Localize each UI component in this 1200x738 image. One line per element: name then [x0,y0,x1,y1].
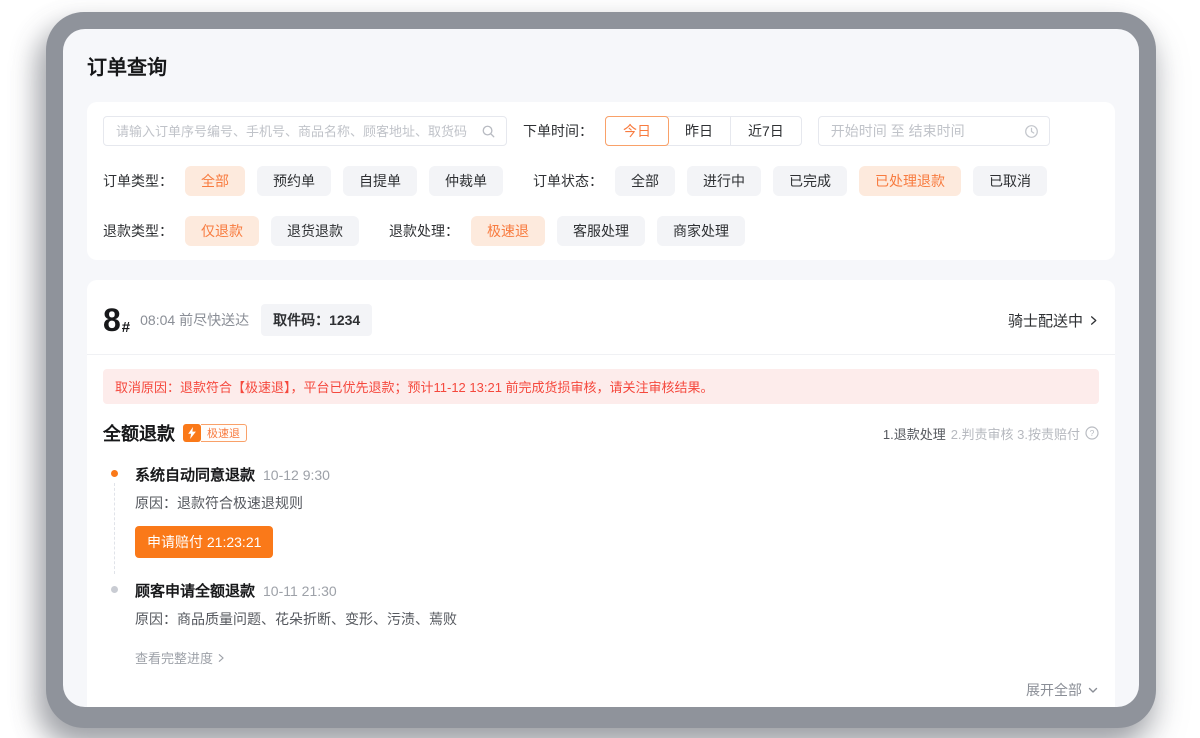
view-full-progress-link[interactable]: 查看完整进度 [135,648,226,667]
filter-row-refund: 退款类型： 仅退款退货退款 退款处理： 极速退客服处理商家处理 [103,216,1099,246]
date-range-input[interactable] [818,116,1050,146]
timeline-connector [114,483,115,574]
filter-chip[interactable]: 预约单 [257,166,331,196]
order-body: 取消原因：退款符合【极速退】，平台已优先退款；预计11-12 13:21 前完成… [87,355,1115,707]
filter-group: 退款处理： 极速退客服处理商家处理 [389,216,757,246]
timeline-dot [111,586,118,593]
filter-group: 订单状态： 全部进行中已完成已处理退款已取消 [533,166,1059,196]
refund-steps-upcoming: 2.判责审核 3.按责赔付 [951,424,1080,443]
refund-header: 全额退款 极速退 1.退款处理 2.判责审核 3.按责赔付 [103,420,1099,446]
order-number-hash: # [122,319,130,336]
delivery-status-link[interactable]: 骑士配送中 [1008,310,1099,331]
order-number-value: 8 [103,305,121,335]
svg-text:?: ? [1090,428,1095,438]
clock-icon [1024,124,1039,139]
refund-timeline: 系统自动同意退款 10-12 9:30 原因：退款符合极速退规则申请赔付 21:23… [111,464,1099,630]
filter-chip[interactable]: 进行中 [687,166,761,196]
filter-row-type-status: 订单类型：全部预约单自提单仲裁单订单状态：全部进行中已完成已处理退款已取消 [103,166,1099,196]
device-frame: 订单查询 下单时间： 今日昨日近7日 [46,12,1156,728]
timeline-time: 10-12 9:30 [263,467,330,483]
chevron-down-icon [1087,684,1099,696]
timeline-dot [111,470,118,477]
claim-compensation-button[interactable]: 申请赔付 21:23:21 [135,526,273,558]
delivery-status-label: 骑士配送中 [1008,310,1083,331]
filter-chip[interactable]: 仲裁单 [429,166,503,196]
timeline-desc: 原因：退款符合极速退规则 [135,493,465,514]
filter-panel: 下单时间： 今日昨日近7日 订单类型：全部预约单自提单仲裁单订单状态：全部进行中… [87,102,1115,260]
filter-group: 退款类型： 仅退款退货退款 [103,216,371,246]
search-icon [481,124,496,139]
order-number: 8 # [103,305,130,335]
filter-chip[interactable]: 仅退款 [185,216,259,246]
filter-group-label: 退款处理： [389,221,459,241]
filter-group: 订单类型： 全部预约单自提单仲裁单 [103,166,515,196]
filter-group-label: 订单类型： [103,171,173,191]
filter-chip[interactable]: 已处理退款 [859,166,961,196]
filter-chip[interactable]: 已取消 [973,166,1047,196]
timeline-time: 10-11 21:30 [263,583,337,599]
filter-chip[interactable]: 商家处理 [657,216,745,246]
filter-chip[interactable]: 已完成 [773,166,847,196]
filter-chip[interactable]: 全部 [615,166,675,196]
time-option[interactable]: 昨日 [668,117,731,145]
date-range-field[interactable] [829,122,1024,140]
filter-chip[interactable]: 极速退 [471,216,545,246]
timeline-title: 系统自动同意退款 [135,464,255,485]
time-option[interactable]: 今日 [605,116,669,146]
time-option[interactable]: 近7日 [731,117,801,145]
view-progress-label: 查看完整进度 [135,648,213,667]
express-refund-badge: 极速退 [183,424,247,442]
timeline-item: 顾客申请全额退款 10-11 21:30 原因：商品质量问题、花朵折断、变形、污渍、… [111,580,1099,630]
timeline-item: 系统自动同意退款 10-12 9:30 原因：退款符合极速退规则申请赔付 21:23… [111,464,1099,558]
filter-group-label: 退款类型： [103,221,173,241]
search-input[interactable] [103,116,507,146]
lightning-icon [183,424,201,442]
filter-group-label: 订单状态： [533,171,603,191]
help-icon[interactable]: ? [1085,426,1099,440]
chevron-right-icon [1088,315,1099,326]
refund-step-current: 1.退款处理 [883,424,946,443]
expand-all-button[interactable]: 展开全部 [103,680,1099,700]
search-field[interactable] [114,123,481,140]
order-time-label: 下单时间： [523,121,593,141]
filter-chip[interactable]: 退货退款 [271,216,359,246]
refund-title: 全额退款 [103,420,175,446]
chevron-right-icon [216,653,226,663]
pickup-code-badge: 取件码：1234 [261,304,372,336]
filter-chip[interactable]: 客服处理 [557,216,645,246]
filter-chip[interactable]: 全部 [185,166,245,196]
time-filter-group: 今日昨日近7日 [605,116,802,146]
page-title: 订单查询 [87,51,1115,80]
timeline-title: 顾客申请全额退款 [135,580,255,601]
filter-chip[interactable]: 自提单 [343,166,417,196]
filter-row-time: 下单时间： 今日昨日近7日 [103,116,1099,146]
order-header: 8 # 08:04 前尽快送达 取件码：1234 骑士配送中 [87,280,1115,354]
delivery-note: 08:04 前尽快送达 [140,310,249,330]
cancel-reason-alert: 取消原因：退款符合【极速退】，平台已优先退款；预计11-12 13:21 前完成… [103,369,1099,404]
timeline-desc: 原因：商品质量问题、花朵折断、变形、污渍、蔫败 [135,609,465,630]
app-screen: 订单查询 下单时间： 今日昨日近7日 [63,29,1139,707]
express-refund-badge-label: 极速退 [201,424,247,442]
expand-all-label: 展开全部 [1026,680,1082,700]
order-card: 8 # 08:04 前尽快送达 取件码：1234 骑士配送中 取消原因：退款符合… [87,280,1115,707]
refund-steps: 1.退款处理 2.判责审核 3.按责赔付 ? [883,424,1099,443]
